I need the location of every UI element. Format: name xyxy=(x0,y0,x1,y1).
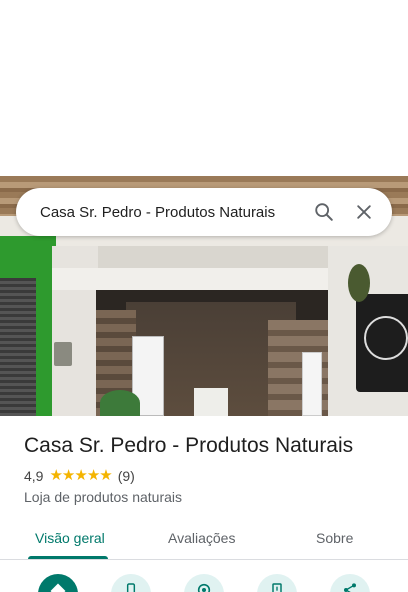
tab-overview[interactable]: Visão geral xyxy=(35,530,105,546)
photo-meter xyxy=(54,342,72,366)
search-button[interactable] xyxy=(304,192,344,232)
rating-value: 4,9 xyxy=(24,468,44,484)
directions-button[interactable] xyxy=(38,574,78,592)
star-icon: ★ xyxy=(61,467,75,484)
star-icon: ★ xyxy=(86,467,100,484)
photo-fascia xyxy=(52,268,352,290)
search-icon xyxy=(315,203,333,221)
star-icon: ★ xyxy=(49,467,62,484)
place-category: Loja de produtos naturais xyxy=(24,489,182,505)
nearby-button[interactable] xyxy=(184,574,224,592)
clear-search-button[interactable] xyxy=(344,192,384,232)
save-button[interactable] xyxy=(257,574,297,592)
location-icon xyxy=(197,583,211,592)
photo-sign-logo xyxy=(364,316,408,360)
call-button[interactable] xyxy=(111,574,151,592)
tab-reviews[interactable]: Avaliações xyxy=(168,530,235,546)
photo-plant xyxy=(100,390,140,416)
share-button[interactable] xyxy=(330,574,370,592)
photo-counter xyxy=(194,388,228,416)
place-title: Casa Sr. Pedro - Produtos Naturais xyxy=(24,434,354,457)
close-icon xyxy=(357,205,371,219)
photo-door-panel xyxy=(302,352,322,416)
tab-bar: Visão geral Avaliações Sobre xyxy=(0,520,408,560)
star-icon: ★ xyxy=(99,467,112,484)
tab-about[interactable]: Sobre xyxy=(316,530,353,546)
place-details-screen: Casa Sr. Pedro - Produtos Naturais Casa … xyxy=(0,0,408,592)
search-query[interactable]: Casa Sr. Pedro - Produtos Naturais xyxy=(40,204,304,221)
active-tab-indicator xyxy=(28,556,108,559)
rating-stars: ★ ★ ★ ★ ★ xyxy=(49,467,112,484)
phone-icon xyxy=(126,583,136,592)
search-bar[interactable]: Casa Sr. Pedro - Produtos Naturais xyxy=(16,188,392,236)
photo-signboard xyxy=(356,294,408,392)
photo-shutter xyxy=(0,278,36,416)
photo-hanging-sign xyxy=(348,264,370,302)
share-icon xyxy=(344,583,356,592)
save-icon xyxy=(272,583,282,592)
rating-row[interactable]: 4,9 ★ ★ ★ ★ ★ (9) xyxy=(24,467,135,485)
directions-icon xyxy=(50,583,66,592)
star-icon: ★ xyxy=(74,467,87,484)
review-count[interactable]: (9) xyxy=(118,468,135,484)
